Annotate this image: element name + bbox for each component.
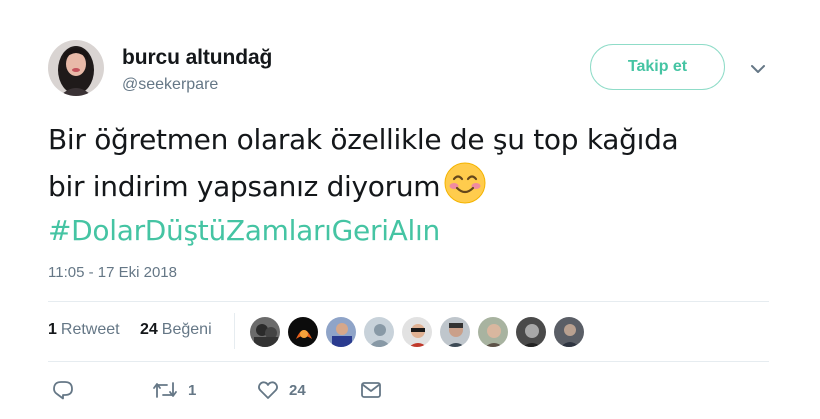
liker-avatar[interactable]	[477, 316, 509, 348]
follow-button[interactable]: Takip et	[590, 44, 725, 90]
divider-bottom	[48, 361, 769, 362]
envelope-icon	[361, 382, 381, 398]
author-display-name[interactable]: burcu altundağ	[122, 46, 272, 70]
liker-avatar[interactable]	[553, 316, 585, 348]
retweet-stat[interactable]: 1 Retweet	[48, 321, 120, 339]
tweet-text-line-2-text: bir indirim yapsanız diyorum	[48, 170, 441, 203]
retweet-count: 1	[188, 381, 197, 399]
tweet-text-line-2: bir indirim yapsanız diyorum	[48, 162, 788, 209]
heart-icon	[258, 381, 278, 399]
retweet-stat-label: Retweet	[60, 321, 120, 338]
like-stat[interactable]: 24 Beğeni	[140, 321, 212, 339]
chevron-down-icon[interactable]	[748, 62, 768, 76]
liker-avatar[interactable]	[363, 316, 395, 348]
tweet-text-line-1: Bir öğretmen olarak özellikle de şu top …	[48, 123, 679, 156]
liker-avatar[interactable]	[515, 316, 547, 348]
liker-avatar[interactable]	[287, 316, 319, 348]
retweet-stat-count: 1	[48, 321, 57, 338]
tweet-card: burcu altundağ @seekerpare Takip et Bir …	[0, 0, 820, 419]
smiling-face-emoji	[444, 162, 486, 204]
liker-avatar[interactable]	[401, 316, 433, 348]
reply-button[interactable]	[52, 380, 74, 400]
divider-top	[48, 301, 769, 302]
stats-divider	[234, 313, 235, 349]
liker-avatar[interactable]	[249, 316, 281, 348]
retweet-button[interactable]: 1	[152, 380, 196, 400]
liker-avatar[interactable]	[325, 316, 357, 348]
like-stat-count: 24	[140, 321, 158, 338]
reply-icon	[53, 381, 73, 400]
like-stat-label: Beğeni	[161, 321, 212, 338]
author-screen-name[interactable]: @seekerpare	[122, 76, 218, 94]
tweet-timestamp[interactable]: 11:05 - 17 Eki 2018	[48, 264, 177, 281]
direct-message-button[interactable]	[360, 380, 382, 400]
hashtag-link[interactable]: #DolarDüştüZamlarıGeriAlın	[48, 209, 788, 253]
tweet-text: Bir öğretmen olarak özellikle de şu top …	[48, 118, 788, 253]
author-avatar[interactable]	[48, 40, 104, 96]
like-button[interactable]: 24	[257, 380, 306, 400]
liker-avatar[interactable]	[439, 316, 471, 348]
like-count: 24	[289, 381, 306, 399]
retweet-icon	[153, 382, 177, 398]
